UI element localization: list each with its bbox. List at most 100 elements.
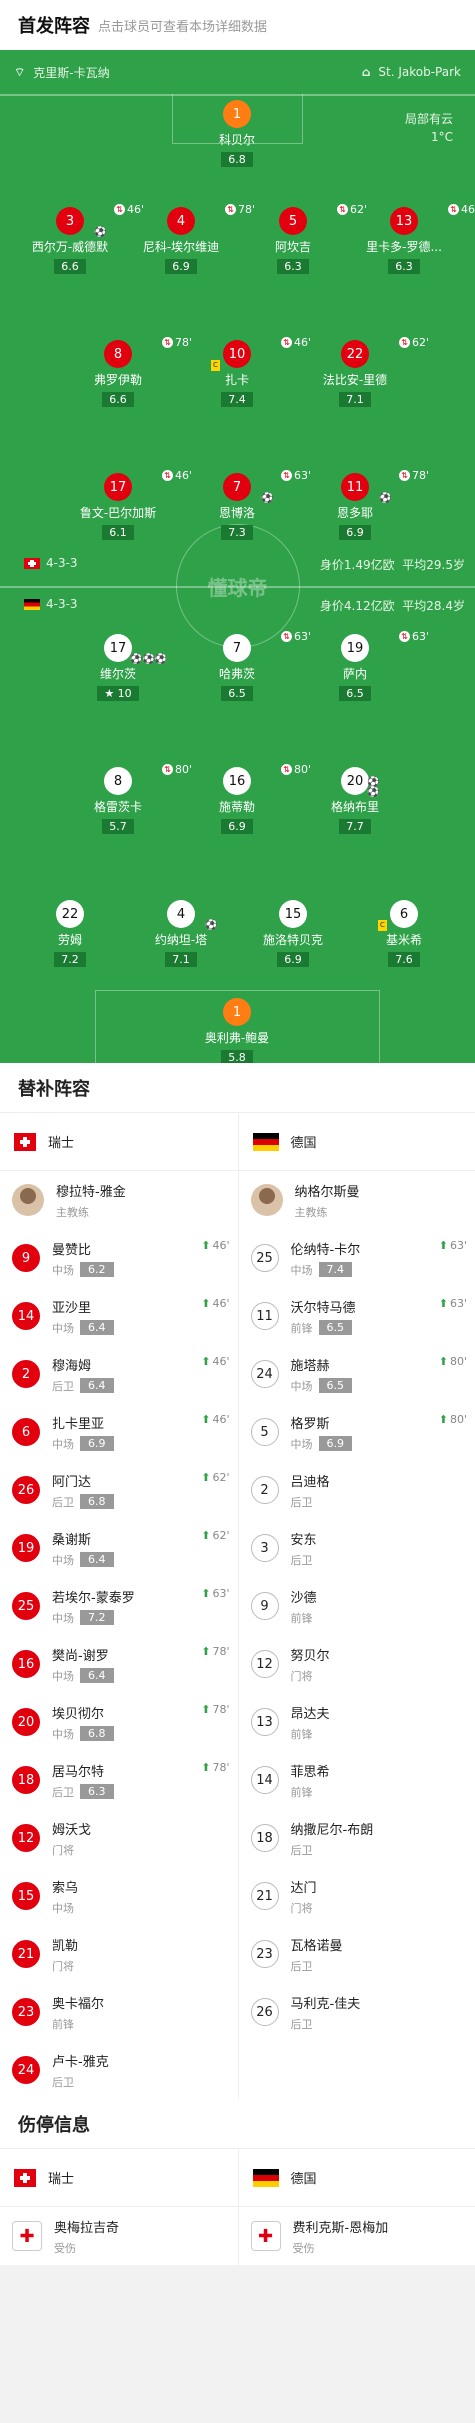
player-name: 格罗斯	[290, 1416, 330, 1432]
player-name: 凯勒	[52, 1938, 79, 1954]
sub-player-row[interactable]: 21 达门 门将	[239, 1867, 475, 1925]
sub-player-row[interactable]: 25 伦纳特-卡尔 中场 7.4 ⬆ 63'	[239, 1229, 475, 1287]
player-swiss-22[interactable]: 22 ⇅ 62' 法比安-里德 7.1	[305, 336, 429, 407]
sub-player-row[interactable]: 12 姆沃戈 门将	[0, 1809, 238, 1867]
jersey-number: 24	[12, 2056, 40, 2084]
jersey-number: 2	[12, 1360, 40, 1388]
germany-injury-column: 德国 ✚ 费利克斯-恩梅加 受伤	[237, 2149, 475, 2265]
sub-player-row[interactable]: 18 纳撒尼尔-布朗 后卫	[239, 1809, 475, 1867]
sub-player-row[interactable]: 25 若埃尔-蒙泰罗 中场 7.2 ⬆ 63'	[0, 1577, 238, 1635]
sub-player-row[interactable]: 15 索乌 中场	[0, 1867, 238, 1925]
sub-player-row[interactable]: 3 安东 后卫	[239, 1519, 475, 1577]
medical-icon: ✚	[12, 2221, 42, 2251]
player-swiss-7[interactable]: 7 ⇅ 63' ⚽ 恩博洛 7.3	[187, 469, 311, 540]
sub-on-time: ⬆ 63'	[438, 1239, 467, 1252]
player-rating: 6.4	[80, 1668, 114, 1683]
player-germany-15[interactable]: 15 施洛特贝克 6.9	[243, 900, 343, 967]
player-swiss-13[interactable]: 13⇅46'里卡多-罗德...6.3	[354, 203, 475, 274]
goal-icon: ⚽	[261, 493, 274, 504]
sub-player-row[interactable]: 5 格罗斯 中场 6.9 ⬆ 80'	[239, 1403, 475, 1461]
player-position: 中场	[52, 1611, 74, 1625]
player-name: 奥卡福尔	[52, 1996, 105, 2012]
sub-player-row[interactable]: 11 沃尔特马德 前锋 6.5 ⬆ 63'	[239, 1287, 475, 1345]
player-position: 中场	[52, 1263, 74, 1277]
player-name: 樊尚-谢罗	[52, 1648, 109, 1664]
sub-player-row[interactable]: 20 埃贝彻尔 中场 6.8 ⬆ 78'	[0, 1693, 238, 1751]
sub-on-time: ⬆ 46'	[201, 1297, 230, 1310]
sub-player-row[interactable]: 19 桑谢斯 中场 6.4 ⬆ 62'	[0, 1519, 238, 1577]
player-name: 若埃尔-蒙泰罗	[52, 1590, 135, 1606]
sub-player-row[interactable]: 24 施塔赫 中场 6.5 ⬆ 80'	[239, 1345, 475, 1403]
germany-coach[interactable]: 纳格尔斯曼 主教练	[239, 1171, 475, 1229]
swiss-coach[interactable]: 穆拉特-雅金 主教练	[0, 1171, 238, 1229]
footer-space	[0, 2265, 475, 2315]
jersey-number: 26	[12, 1476, 40, 1504]
player-swiss-4[interactable]: 4 ⇅ 78' 尼科-埃尔维迪 6.9	[131, 203, 255, 274]
sub-player-row[interactable]: 9 沙德 前锋	[239, 1577, 475, 1635]
player-germany-8[interactable]: 8 ⇅ 80' 格雷茨卡 5.7	[68, 763, 192, 834]
player-swiss-5[interactable]: 5 ⇅ 62' 阿坎吉 6.3	[243, 203, 367, 274]
sub-player-row[interactable]: 16 樊尚-谢罗 中场 6.4 ⬆ 78'	[0, 1635, 238, 1693]
sub-player-row[interactable]: 6 扎卡里亚 中场 6.9 ⬆ 46'	[0, 1403, 238, 1461]
player-position: 门将	[52, 1959, 74, 1973]
jersey-number: 9	[250, 1592, 279, 1620]
player-position: 门将	[52, 1843, 74, 1857]
player-position: 中场	[290, 1263, 313, 1277]
player-germany-4[interactable]: 4 ⚽ 约纳坦-塔 7.1	[131, 900, 231, 967]
sub-player-row[interactable]: 14 菲思希 前锋	[239, 1751, 475, 1809]
player-position: 中场	[290, 1437, 313, 1451]
player-name: 阿门达	[52, 1474, 92, 1490]
swiss-flag-icon	[24, 557, 40, 569]
jersey-number: 15	[12, 1882, 40, 1910]
jersey-number: 12	[12, 1824, 40, 1852]
player-swiss-17[interactable]: 17 ⇅ 46' 鲁文-巴尔加斯 6.1	[68, 469, 192, 540]
germany-value: 身价4.12亿欧 平均28.4岁	[319, 599, 465, 613]
sub-player-row[interactable]: 26 阿门达 后卫 6.8 ⬆ 62'	[0, 1461, 238, 1519]
sub-player-row[interactable]: 21 凯勒 门将	[0, 1925, 238, 1983]
player-position: 前锋	[290, 1611, 313, 1625]
player-name: 居马尔特	[52, 1764, 105, 1780]
player-swiss-11[interactable]: 11 ⇅ 78' ⚽ 恩多耶 6.9	[305, 469, 429, 540]
player-rating: 6.2	[80, 1262, 114, 1277]
player-name: 施塔赫	[290, 1358, 330, 1374]
jersey-number: 18	[250, 1824, 279, 1852]
player-germany-22[interactable]: 22 劳姆 7.2	[20, 900, 120, 967]
player-germany-7[interactable]: 7 ⇅ 63' 哈弗茨 6.5	[187, 630, 311, 701]
sub-off-icon: ⇅	[281, 764, 292, 775]
sub-player-row[interactable]: 9 曼赞比 中场 6.2 ⬆ 46'	[0, 1229, 238, 1287]
player-swiss-3[interactable]: 3 ⇅ 46' ⚽ 西尔万-威德默 6.6	[20, 203, 144, 274]
player-germany-1[interactable]: 1 奥利弗-鲍曼 5.8	[187, 998, 287, 1063]
player-germany-6[interactable]: 6 C 基米希 7.6	[354, 900, 454, 967]
player-swiss-8[interactable]: 8 ⇅ 78' 弗罗伊勒 6.6	[68, 336, 192, 407]
medical-icon: ✚	[250, 2221, 281, 2251]
player-position: 中场	[290, 1379, 313, 1393]
player-position: 中场	[52, 1727, 74, 1741]
player-germany-19[interactable]: 19 ⇅ 63' 萨内 6.5	[305, 630, 429, 701]
player-rating: 7.2	[80, 1610, 114, 1625]
player-germany-20[interactable]: 20 ⚽⚽ 格纳布里 7.7	[305, 767, 405, 834]
jersey-number: 14	[250, 1766, 279, 1794]
sub-off-icon: ⇅	[399, 470, 410, 481]
player-swiss-10[interactable]: 10 ⇅ 46' C 扎卡 7.4	[187, 336, 311, 407]
sub-on-time: ⬆ 62'	[201, 1471, 230, 1484]
player-germany-17[interactable]: 17 ⚽⚽⚽ 维尔茨 ★ 10	[68, 634, 168, 701]
sub-player-row[interactable]: 13 昂达夫 前锋	[239, 1693, 475, 1751]
sub-player-row[interactable]: 23 瓦格诺曼 后卫	[239, 1925, 475, 1983]
player-position: 中场	[52, 1669, 74, 1683]
sub-player-row[interactable]: 2 吕迪格 后卫	[239, 1461, 475, 1519]
sub-player-row[interactable]: 18 居马尔特 后卫 6.3 ⬆ 78'	[0, 1751, 238, 1809]
player-swiss-1[interactable]: 1 科贝尔 6.8	[187, 100, 287, 167]
sub-player-row[interactable]: 2 穆海姆 后卫 6.4 ⬆ 46'	[0, 1345, 238, 1403]
player-name: 菲思希	[290, 1764, 330, 1780]
sub-player-row[interactable]: 26 马利克-佳夫 后卫	[239, 1983, 475, 2041]
sub-player-row[interactable]: 14 亚沙里 中场 6.4 ⬆ 46'	[0, 1287, 238, 1345]
whistle-icon: ⌔	[14, 64, 26, 79]
swiss-injured-player[interactable]: ✚ 奥梅拉吉奇 受伤	[0, 2207, 238, 2265]
germany-injured-player[interactable]: ✚ 费利克斯-恩梅加 受伤	[239, 2207, 475, 2265]
player-germany-16[interactable]: 16 ⇅ 80' 施蒂勒 6.9	[187, 763, 311, 834]
sub-player-row[interactable]: 24 卢卡-雅克 后卫	[0, 2041, 238, 2099]
player-name: 沃尔特马德	[290, 1300, 356, 1316]
sub-in-icon: ⬆	[201, 1355, 211, 1368]
sub-player-row[interactable]: 12 努贝尔 门将	[239, 1635, 475, 1693]
sub-player-row[interactable]: 23 奥卡福尔 前锋	[0, 1983, 238, 2041]
